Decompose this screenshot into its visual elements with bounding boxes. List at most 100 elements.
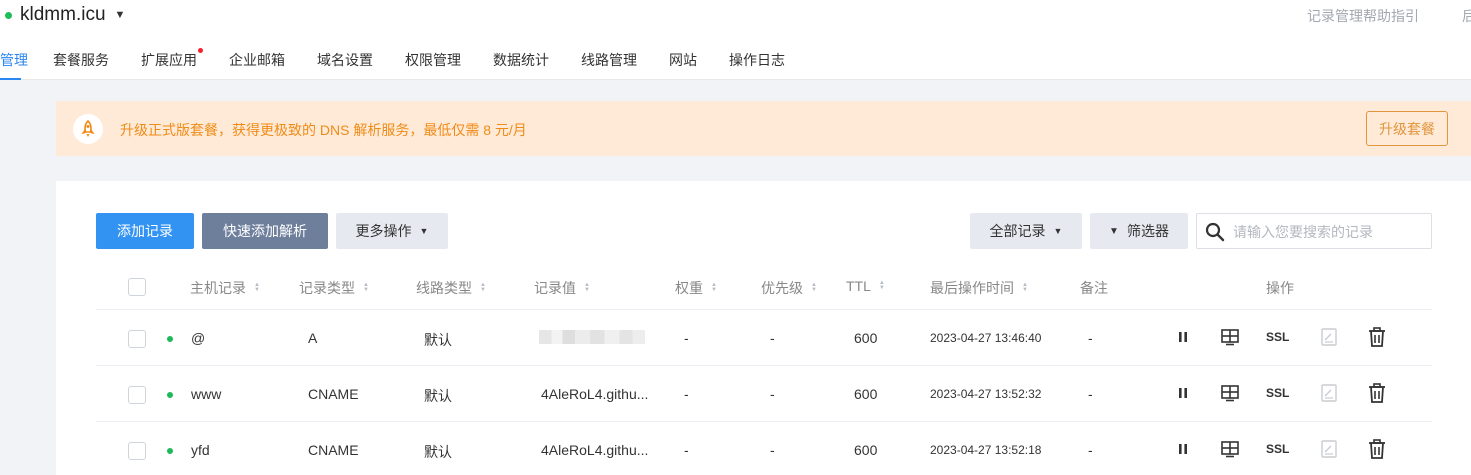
col-value[interactable]: 记录值 ▲ ▼ <box>534 278 590 298</box>
domain-selector[interactable]: kldmm.icu ▼ <box>5 4 125 26</box>
upgrade-button[interactable]: 升级套餐 <box>1366 111 1448 146</box>
select-all-checkbox[interactable] <box>128 278 146 296</box>
search-icon <box>1205 222 1225 242</box>
cell-line: 默认 <box>424 444 452 460</box>
row-checkbox[interactable] <box>128 442 146 460</box>
cell-host: yfd <box>191 442 210 458</box>
tab-domain-settings[interactable]: 域名设置 <box>317 50 373 70</box>
cell-time: 2023-04-27 13:46:40 <box>930 331 1042 345</box>
help-link[interactable]: 记录管理帮助指引 <box>1307 6 1419 26</box>
tab-website[interactable]: 网站 <box>669 50 697 70</box>
pause-icon[interactable] <box>1177 331 1189 343</box>
all-records-dropdown[interactable]: 全部记录 ▼ <box>970 213 1082 249</box>
sort-icon: ▲ ▼ <box>254 282 260 293</box>
col-actions: 操作 <box>1266 280 1294 296</box>
col-weight[interactable]: 权重 ▲ ▼ <box>675 278 717 298</box>
cell-type: CNAME <box>308 386 359 402</box>
tab-statistics[interactable]: 数据统计 <box>493 50 549 70</box>
sort-icon: ▲ ▼ <box>1022 282 1028 293</box>
divider <box>96 421 1432 422</box>
trash-icon[interactable] <box>1368 439 1386 459</box>
filter-label: 筛选器 <box>1126 223 1169 239</box>
cell-weight: - <box>684 386 689 402</box>
ssl-button[interactable]: SSL <box>1266 330 1289 344</box>
cell-value: 4AleRoL4.githu... <box>541 386 649 402</box>
active-tab-underline <box>0 78 21 80</box>
notification-dot <box>198 48 203 53</box>
sort-icon: ▲ ▼ <box>878 280 885 291</box>
remark-icon[interactable] <box>1321 384 1337 402</box>
tab-lines[interactable]: 线路管理 <box>581 50 637 70</box>
cell-line: 默认 <box>424 388 452 404</box>
cell-type: A <box>308 330 318 346</box>
cell-host: www <box>191 386 222 402</box>
cell-type: CNAME <box>308 442 359 458</box>
tab-logs[interactable]: 操作日志 <box>729 50 785 70</box>
cell-priority: - <box>770 442 775 458</box>
status-dot <box>167 392 173 398</box>
all-records-label: 全部记录 <box>989 223 1046 239</box>
status-dot <box>167 336 173 342</box>
remark-icon[interactable] <box>1321 440 1337 458</box>
search-box[interactable] <box>1196 213 1432 249</box>
tab-packages[interactable]: 套餐服务 <box>53 50 109 70</box>
help-link-overflow[interactable]: 后 <box>1462 6 1471 26</box>
trash-icon[interactable] <box>1368 383 1386 403</box>
more-actions-label: 更多操作 <box>355 223 412 239</box>
ssl-button[interactable]: SSL <box>1266 386 1289 400</box>
sort-icon: ▲ ▼ <box>363 282 369 293</box>
col-time[interactable]: 最后操作时间 ▲ ▼ <box>930 278 1028 298</box>
tab-mail[interactable]: 企业邮箱 <box>229 50 285 70</box>
caret-down-icon: ▼ <box>114 9 126 21</box>
col-time-label: 最后操作时间 <box>930 280 1014 296</box>
cell-line: 默认 <box>424 332 452 348</box>
cell-host: @ <box>191 330 206 346</box>
quick-add-button[interactable]: 快速添加解析 <box>202 213 328 249</box>
cell-remark: - <box>1088 386 1093 402</box>
col-type-label: 记录类型 <box>299 280 355 296</box>
remark-icon[interactable] <box>1321 328 1337 346</box>
sort-icon: ▲ ▼ <box>711 282 717 293</box>
tab-extensions-label: 扩展应用 <box>141 52 197 68</box>
tab-records[interactable]: 管理 <box>0 50 28 70</box>
row-checkbox[interactable] <box>128 386 146 404</box>
col-priority[interactable]: 优先级 ▲ ▼ <box>761 278 817 298</box>
filter-button[interactable]: ▼ 筛选器 <box>1090 213 1188 249</box>
search-input[interactable] <box>1233 222 1423 242</box>
tab-extensions[interactable]: 扩展应用 <box>141 48 203 70</box>
cell-value: 4AleRoL4.githu... <box>541 442 649 458</box>
col-ttl[interactable]: TTL ▲ ▼ <box>846 278 885 294</box>
col-weight-label: 权重 <box>675 280 703 296</box>
cell-priority: - <box>770 330 775 346</box>
load-balance-icon[interactable] <box>1220 384 1240 402</box>
top-bar: kldmm.icu ▼ 记录管理帮助指引 后 管理 套餐服务 扩展应用 企业邮箱… <box>0 0 1471 80</box>
sort-icon: ▲ ▼ <box>480 282 486 293</box>
divider <box>96 365 1432 366</box>
status-dot <box>5 11 12 19</box>
upgrade-banner: 升级正式版套餐，获得更极致的 DNS 解析服务，最低仅需 8 元/月 升级套餐 <box>56 101 1471 156</box>
tab-permissions[interactable]: 权限管理 <box>405 50 461 70</box>
trash-icon[interactable] <box>1368 327 1386 347</box>
add-record-button[interactable]: 添加记录 <box>96 213 194 249</box>
ssl-button[interactable]: SSL <box>1266 442 1289 456</box>
cell-weight: - <box>684 330 689 346</box>
more-actions-button[interactable]: 更多操作 ▼ <box>336 213 448 249</box>
row-checkbox[interactable] <box>128 330 146 348</box>
cell-time: 2023-04-27 13:52:32 <box>930 387 1042 401</box>
load-balance-icon[interactable] <box>1220 440 1240 458</box>
load-balance-icon[interactable] <box>1220 328 1240 346</box>
caret-down-icon: ▼ <box>1053 226 1063 236</box>
cell-remark: - <box>1088 330 1093 346</box>
col-host[interactable]: 主机记录 ▲ ▼ <box>190 278 260 298</box>
col-line[interactable]: 线路类型 ▲ ▼ <box>416 278 486 298</box>
cell-priority: - <box>770 386 775 402</box>
col-ttl-label: TTL <box>846 278 871 294</box>
cell-ttl: 600 <box>854 442 878 458</box>
col-line-label: 线路类型 <box>416 280 472 296</box>
cell-time: 2023-04-27 13:52:18 <box>930 443 1042 457</box>
pause-icon[interactable] <box>1177 387 1189 399</box>
cell-weight: - <box>684 442 689 458</box>
banner-text: 升级正式版套餐，获得更极致的 DNS 解析服务，最低仅需 8 元/月 <box>120 122 527 138</box>
col-type[interactable]: 记录类型 ▲ ▼ <box>299 278 369 298</box>
pause-icon[interactable] <box>1177 443 1189 455</box>
